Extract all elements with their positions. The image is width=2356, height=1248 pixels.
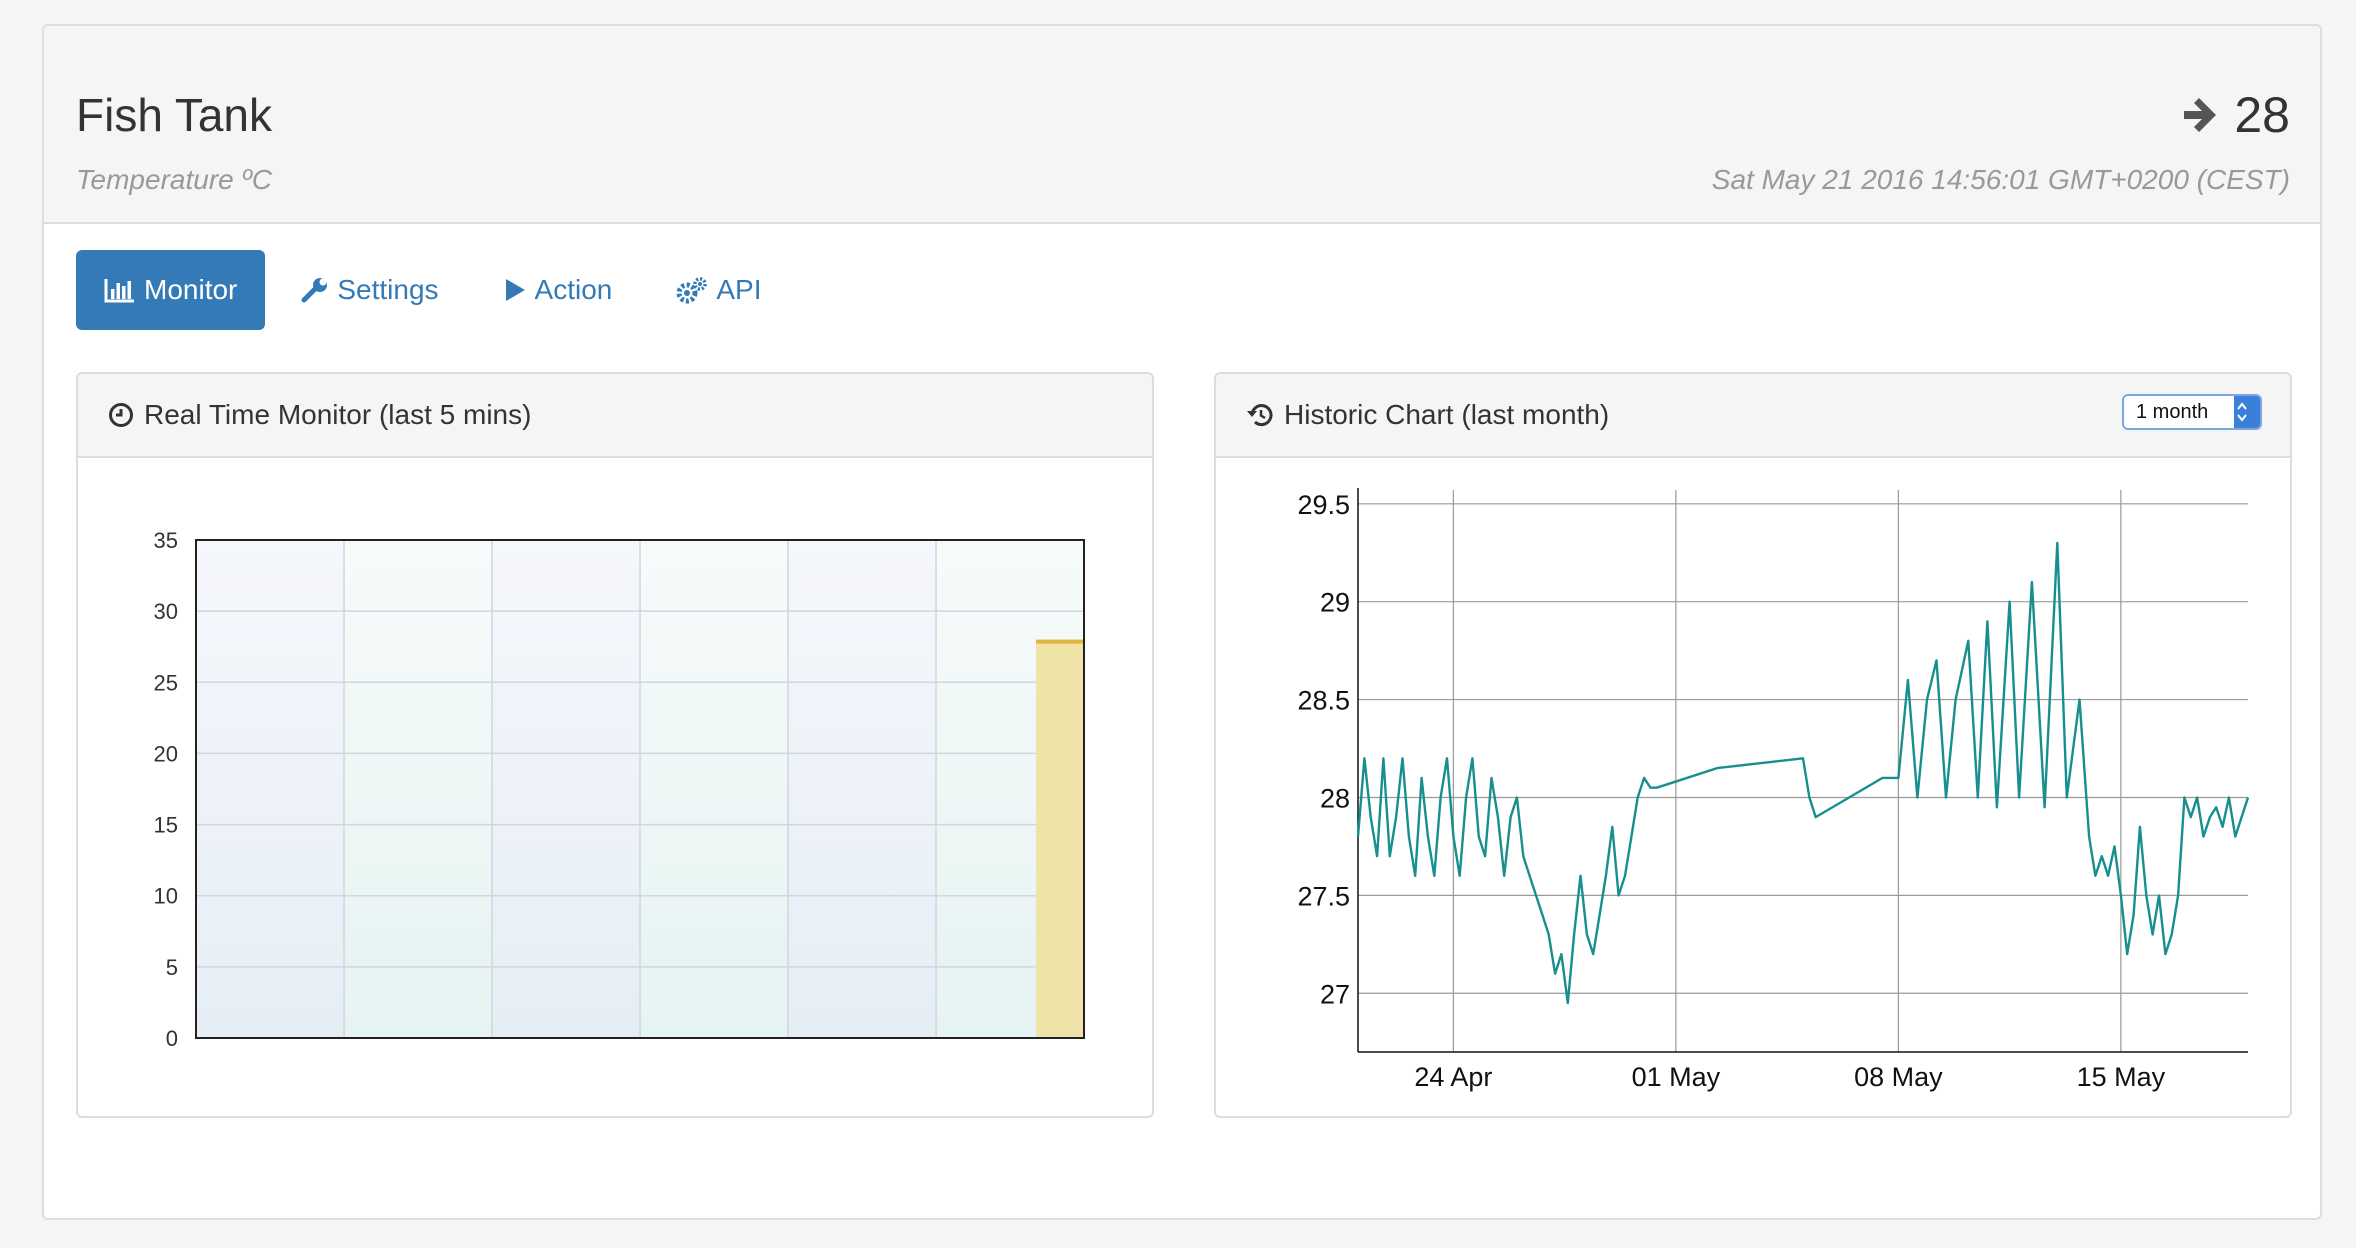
- y-tick-label: 29.5: [1297, 490, 1350, 520]
- panel-header: Fish Tank Temperature ºC 28 Sat May 21 2…: [44, 26, 2320, 224]
- realtime-monitor-title: Real Time Monitor (last 5 mins): [144, 399, 532, 430]
- y-tick-label: 5: [166, 955, 178, 980]
- y-tick-label: 35: [154, 528, 178, 553]
- plot-band: [196, 540, 344, 1038]
- tab-settings[interactable]: Settings: [273, 250, 466, 330]
- play-icon: [505, 279, 525, 301]
- y-tick-label: 25: [154, 670, 178, 695]
- y-tick-label: 0: [166, 1026, 178, 1051]
- clock-icon: [109, 403, 133, 427]
- tab-bar: Monitor Settings Action API: [76, 250, 798, 330]
- historic-chart: 27 27.5 28 28.5 29 29.5 24 Apr 01 May 08 May 15 M…: [1297, 488, 2250, 1092]
- x-tick-label: 15 May: [2077, 1062, 2166, 1092]
- realtime-chart: 0 5 10 15 20 25 30 35: [154, 528, 1085, 1051]
- y-tick-label: 15: [154, 813, 178, 838]
- tab-monitor-label: Monitor: [144, 274, 238, 305]
- arrow-right-icon: [2184, 98, 2217, 132]
- plot-band: [640, 540, 788, 1038]
- wrench-icon: [301, 278, 328, 303]
- timestamp: Sat May 21 2016 14:56:01 GMT+0200 (CEST): [1711, 164, 2290, 195]
- y-tick-label: 20: [154, 741, 178, 766]
- temperature-line: [1356, 541, 2250, 1005]
- tab-action[interactable]: Action: [475, 250, 641, 330]
- realtime-monitor-header: Real Time Monitor (last 5 mins): [78, 374, 1152, 458]
- tab-monitor[interactable]: Monitor: [76, 250, 266, 330]
- y-tick-label: 27.5: [1297, 881, 1350, 911]
- current-value: 28: [2180, 86, 2290, 144]
- cogs-icon: [676, 277, 708, 304]
- tab-action-label: Action: [534, 274, 613, 305]
- range-select-value: 1 month: [2136, 400, 2209, 423]
- tab-settings-label: Settings: [337, 274, 439, 305]
- y-tick-label: 29: [1320, 588, 1350, 618]
- page-title: Fish Tank: [76, 89, 273, 141]
- page-subtitle: Temperature ºC: [76, 164, 272, 195]
- x-tick-label: 08 May: [1854, 1062, 1943, 1092]
- y-tick-label: 28: [1320, 783, 1350, 813]
- y-tick-label: 10: [154, 884, 178, 909]
- tab-api-label: API: [716, 274, 762, 305]
- plot-band: [788, 540, 936, 1038]
- plot-band: [344, 540, 492, 1038]
- select-arrows-icon: [2234, 396, 2260, 428]
- y-tick-label: 28.5: [1297, 686, 1350, 716]
- historic-chart-header: Historic Chart (last month) 1 month: [1216, 374, 2290, 458]
- historic-chart-panel: Historic Chart (last month) 1 month 27 27…: [1214, 372, 2292, 1118]
- range-select[interactable]: 1 month: [2122, 394, 2262, 430]
- bar: [1036, 639, 1084, 1038]
- realtime-monitor-panel: Real Time Monitor (last 5 mins) 0 5 10 15 20…: [76, 372, 1154, 1118]
- y-tick-label: 30: [154, 599, 178, 624]
- x-tick-label: 24 Apr: [1414, 1062, 1492, 1092]
- plot-band: [492, 540, 640, 1038]
- x-tick-label: 01 May: [1632, 1062, 1721, 1092]
- current-value-number: 28: [2234, 87, 2290, 143]
- historic-chart-title: Historic Chart (last month): [1284, 399, 1610, 430]
- y-tick-label: 27: [1320, 979, 1350, 1009]
- fish-tank-panel: Fish Tank Temperature ºC 28 Sat May 21 2…: [42, 24, 2322, 1220]
- history-icon: [1247, 404, 1273, 427]
- tab-api[interactable]: API: [648, 250, 789, 330]
- bar-chart-icon: [104, 279, 134, 303]
